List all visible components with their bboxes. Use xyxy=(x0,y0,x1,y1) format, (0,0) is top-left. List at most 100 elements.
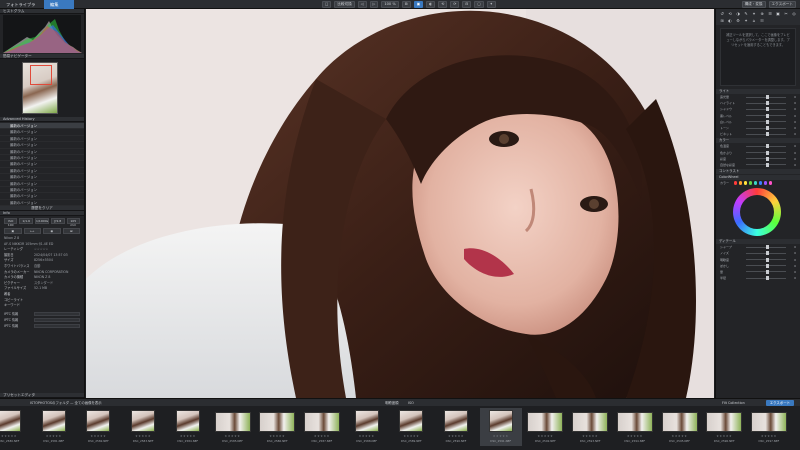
rating-stars[interactable]: ★★★★★ xyxy=(703,434,745,438)
thumbnail-image[interactable] xyxy=(41,410,66,432)
top-right-button[interactable]: 構成・変換 xyxy=(741,1,766,8)
slider-track[interactable] xyxy=(746,276,786,281)
histogram-header[interactable]: ヒストグラム xyxy=(0,9,84,14)
film-thumbnail[interactable]: ★★★★★ DSC_2586.NEF xyxy=(256,408,298,446)
color-swatch[interactable] xyxy=(743,181,748,185)
rating-stars[interactable]: ★★★★★ xyxy=(167,434,209,438)
color-wheel[interactable] xyxy=(716,186,800,238)
slider-track[interactable] xyxy=(746,162,786,167)
color-swatch[interactable] xyxy=(758,181,763,185)
film-thumbnail[interactable]: ★★★★★ DSC_2591.NEF xyxy=(479,408,522,446)
thumbnail-image[interactable] xyxy=(750,412,787,432)
adjust-tool-icon[interactable]: ⊕ xyxy=(759,11,765,16)
rating-stars[interactable]: ★★★★★ xyxy=(256,434,298,438)
slider-knob[interactable] xyxy=(766,126,769,131)
slider-track[interactable] xyxy=(746,251,786,256)
color-swatch[interactable] xyxy=(768,181,773,185)
camera-icon[interactable]: ◉ xyxy=(43,228,61,235)
rating-stars[interactable]: ★★★★★ xyxy=(346,434,388,438)
slider-track[interactable] xyxy=(746,132,786,137)
slider[interactable]: 自然な彩度 0 xyxy=(716,162,800,168)
slider-knob[interactable] xyxy=(766,150,769,155)
rating-stars[interactable]: ★★★★★ xyxy=(435,434,477,438)
thumbnail-image[interactable] xyxy=(488,410,513,432)
film-thumbnail[interactable]: ★★★★★ DSC_2582.NEF xyxy=(77,408,119,446)
slider-knob[interactable] xyxy=(766,156,769,161)
rating-stars[interactable]: ★★★★★ xyxy=(301,434,343,438)
iptc-field[interactable] xyxy=(34,317,80,323)
rating-stars[interactable]: ★★★★★ xyxy=(0,434,30,438)
film-thumbnail[interactable]: ★★★★★ DSC_2584.NEF xyxy=(167,408,209,446)
adjust-tool-icon[interactable]: ◎ xyxy=(791,11,797,16)
rating-stars[interactable]: ★★★★★ xyxy=(569,434,611,438)
toolbar-button[interactable]: ▷ xyxy=(369,1,379,8)
film-thumbnail[interactable]: ★★★★★ DSC_2588.NEF xyxy=(346,408,388,446)
rating-stars[interactable]: ★★★★★ xyxy=(748,434,790,438)
thumbnail-image[interactable] xyxy=(572,412,609,432)
link-icon[interactable]: ⟷ xyxy=(23,228,41,235)
adjust-tool-icon[interactable]: ✦ xyxy=(743,18,749,23)
film-thumbnail[interactable]: ★★★★★ DSC_2587.NEF xyxy=(301,408,343,446)
raw-icon[interactable]: ▣ xyxy=(4,228,22,235)
thumbnail-image[interactable] xyxy=(303,412,340,432)
film-thumbnail[interactable]: ★★★★★ DSC_2594.NEF xyxy=(614,408,656,446)
tab-edit[interactable]: 編集 xyxy=(44,0,74,9)
adjust-tool-icon[interactable]: ◐ xyxy=(727,18,733,23)
slider-track[interactable] xyxy=(746,101,786,106)
adjust-tool-icon[interactable]: ⟲ xyxy=(727,11,733,16)
toolbar-button[interactable]: 100 % xyxy=(381,1,399,8)
film-thumbnail[interactable]: ★★★★★ DSC_2595.NEF xyxy=(659,408,701,446)
slider-track[interactable] xyxy=(746,126,786,131)
thumbnail-image[interactable] xyxy=(131,410,156,432)
adjust-tool-icon[interactable]: ⌖ xyxy=(751,11,757,16)
slider-track[interactable] xyxy=(746,263,786,268)
toolbar-button[interactable]: ▢ xyxy=(474,1,484,8)
thumbnail-image[interactable] xyxy=(616,412,653,432)
slider[interactable]: ビネット 0 xyxy=(716,131,800,137)
adjust-tool-icon[interactable]: ⌂ xyxy=(751,18,757,23)
slider-knob[interactable] xyxy=(766,276,769,281)
color-swatch[interactable] xyxy=(763,181,768,185)
slider-knob[interactable] xyxy=(766,144,769,149)
toolbar-button[interactable]: ⊟ xyxy=(462,1,472,8)
film-thumbnail[interactable]: ★★★★★ DSC_2593.NEF xyxy=(569,408,611,446)
thumbnail-image[interactable] xyxy=(706,412,743,432)
color-swatch[interactable] xyxy=(733,181,738,185)
toolbar-button[interactable]: 比較切換 xyxy=(334,1,355,8)
adjust-tool-icon[interactable]: ✎ xyxy=(743,11,749,16)
rating-stars[interactable]: ★★★★★ xyxy=(122,434,164,438)
slider-knob[interactable] xyxy=(766,269,769,274)
toolbar-button[interactable]: ◐ xyxy=(426,1,436,8)
rating-stars[interactable]: ★★★★★ xyxy=(659,434,701,438)
slider-knob[interactable] xyxy=(766,101,769,106)
film-thumbnail[interactable]: ★★★★★ DSC_2583.NEF xyxy=(122,408,164,446)
navigator-viewport-frame[interactable] xyxy=(30,65,52,85)
slider-knob[interactable] xyxy=(766,245,769,250)
slider-track[interactable] xyxy=(746,156,786,161)
color-swatch[interactable] xyxy=(738,181,743,185)
slider-knob[interactable] xyxy=(766,132,769,137)
slider-track[interactable] xyxy=(746,150,786,155)
film-thumbnail[interactable]: ★★★★★ DSC_2581.NEF xyxy=(33,408,75,446)
thumbnail-image[interactable] xyxy=(0,410,21,432)
slider[interactable]: 半径 0 xyxy=(716,275,800,281)
slider-knob[interactable] xyxy=(766,257,769,262)
photo-canvas[interactable] xyxy=(86,9,714,398)
slider-knob[interactable] xyxy=(766,95,769,100)
film-thumbnail[interactable]: ★★★★★ DSC_2590.NEF xyxy=(435,408,477,446)
slider-track[interactable] xyxy=(746,107,786,112)
thumbnail-image[interactable] xyxy=(86,410,111,432)
rating-stars[interactable]: ★★★★★ xyxy=(524,434,566,438)
thumbnail-image[interactable] xyxy=(527,412,564,432)
slider-knob[interactable] xyxy=(766,263,769,268)
toolbar-button[interactable]: ⊞ xyxy=(401,1,411,8)
slider-track[interactable] xyxy=(746,257,786,262)
slider-track[interactable] xyxy=(746,119,786,124)
color-swatch[interactable] xyxy=(753,181,758,185)
slider-track[interactable] xyxy=(746,245,786,250)
slider-track[interactable] xyxy=(746,269,786,274)
toolbar-button[interactable]: ✦ xyxy=(486,1,496,8)
color-swatch[interactable] xyxy=(748,181,753,185)
film-thumbnail[interactable]: ★★★★★ DSC_2596.NEF xyxy=(703,408,745,446)
adjust-tool-icon[interactable]: ↺ xyxy=(719,11,725,16)
